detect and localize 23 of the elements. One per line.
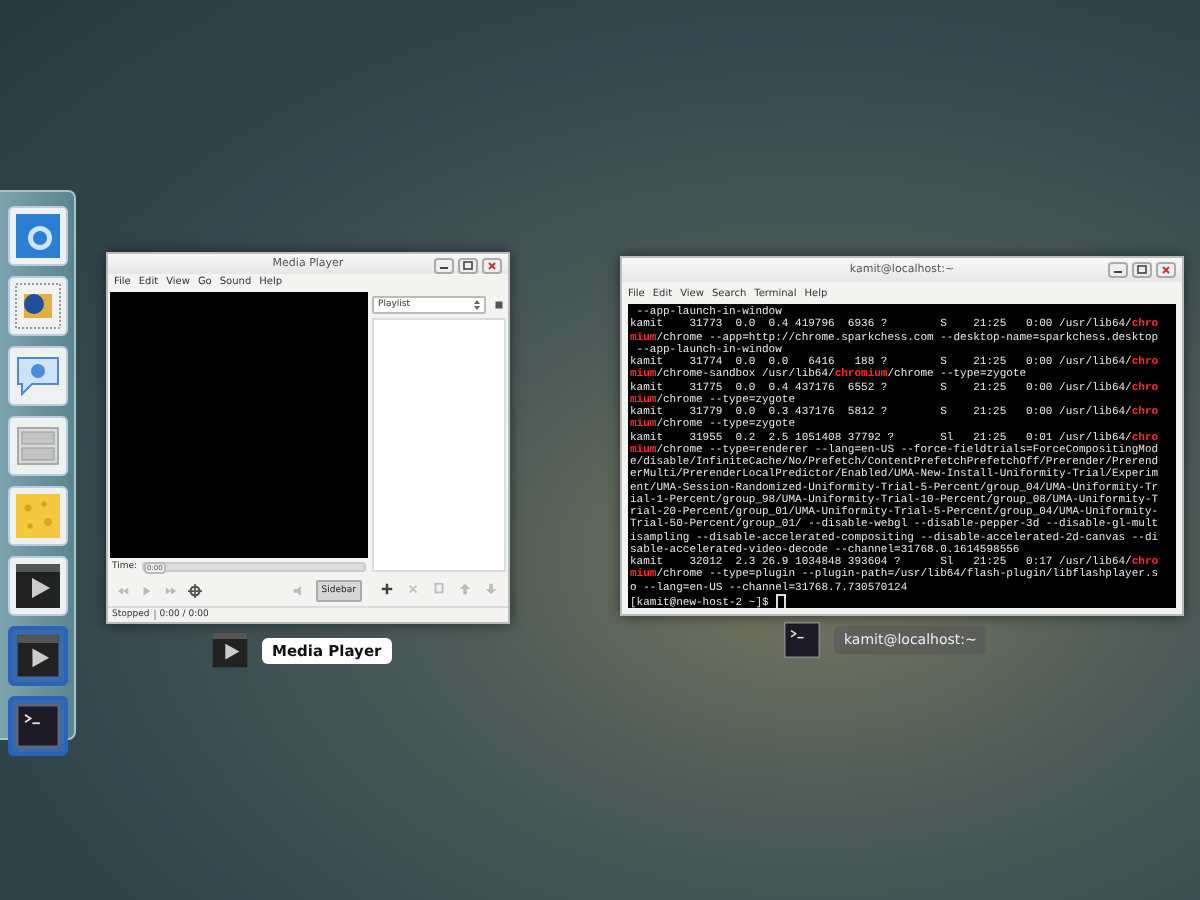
spinner-arrows-icon (474, 300, 480, 310)
terminal-window[interactable] (620, 256, 1184, 616)
chat-bubble-icon (16, 357, 58, 397)
bird-mail-icon (14, 283, 60, 329)
add-icon[interactable] (380, 582, 394, 596)
cheese-icon (15, 494, 59, 538)
dock-item[interactable] (7, 626, 67, 686)
terminal-output[interactable] (628, 304, 1176, 608)
close-icon[interactable] (492, 298, 506, 312)
dock-item[interactable] (7, 696, 67, 756)
close-icon[interactable] (1156, 262, 1176, 278)
maximize-icon[interactable] (458, 258, 478, 274)
minimize-icon[interactable] (434, 258, 454, 274)
video-clapper-icon (208, 628, 252, 672)
terminal-icon (15, 704, 59, 748)
video-clapper-icon (15, 564, 59, 608)
maximize-icon[interactable] (1132, 262, 1152, 278)
browser-icon (15, 214, 59, 258)
close-icon[interactable] (482, 258, 502, 274)
terminal-icon (780, 618, 824, 662)
drawer-icon (16, 427, 58, 465)
video-clapper-icon (16, 635, 58, 677)
minimize-icon[interactable] (1108, 262, 1128, 278)
